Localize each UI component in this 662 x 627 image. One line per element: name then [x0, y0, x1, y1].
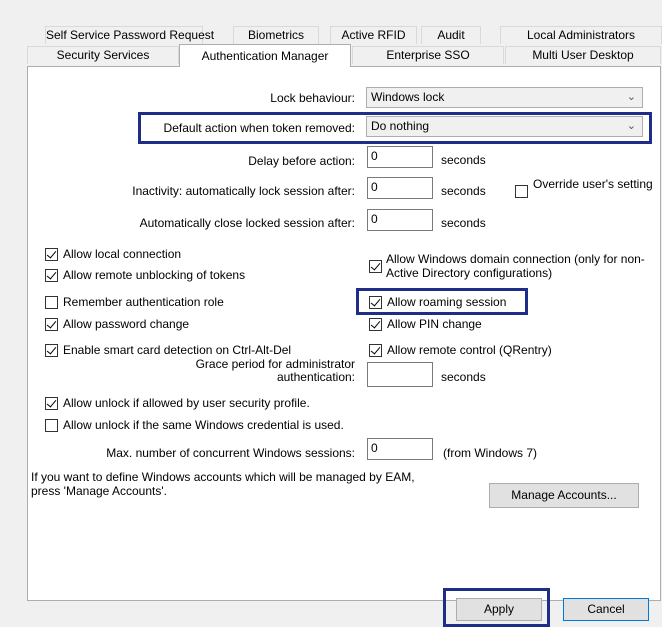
- grace-period-unit: seconds: [441, 370, 486, 384]
- pin-change-label: Allow PIN change: [387, 317, 482, 331]
- default-action-dropdown[interactable]: Do nothing ⌄: [366, 116, 643, 137]
- allow-unlock-same-label: Allow unlock if the same Windows credent…: [63, 418, 344, 432]
- cancel-button[interactable]: Cancel: [563, 598, 649, 621]
- remember-role-checkbox[interactable]: [45, 296, 58, 309]
- pin-change-checkbox[interactable]: [369, 318, 382, 331]
- auto-close-unit: seconds: [441, 216, 486, 230]
- override-checkbox[interactable]: [515, 185, 528, 198]
- delay-input[interactable]: 0: [367, 146, 433, 168]
- max-sessions-note: (from Windows 7): [443, 446, 538, 460]
- allow-remote-unblock-label: Allow remote unblocking of tokens: [63, 268, 246, 282]
- remote-control-label: Allow remote control (QRentry): [387, 343, 552, 357]
- roaming-checkbox[interactable]: [369, 296, 382, 309]
- lock-behaviour-value: Windows lock: [371, 90, 445, 104]
- default-action-value: Do nothing: [371, 119, 430, 133]
- override-label: Override user's setting: [533, 177, 653, 191]
- grace-period-input[interactable]: [367, 362, 433, 387]
- allow-remote-unblock-checkbox[interactable]: [45, 269, 58, 282]
- manage-accounts-button[interactable]: Manage Accounts...: [489, 483, 639, 508]
- inactivity-unit: seconds: [441, 184, 486, 198]
- allow-unlock-same-checkbox[interactable]: [45, 419, 58, 432]
- roaming-label: Allow roaming session: [387, 295, 507, 309]
- max-sessions-label: Max. number of concurrent Windows sessio…: [106, 446, 355, 460]
- lock-behaviour-label: Lock behaviour:: [270, 91, 355, 105]
- chevron-down-icon: ⌄: [626, 120, 636, 132]
- allow-unlock-profile-label: Allow unlock if allowed by user security…: [63, 396, 310, 410]
- delay-label: Delay before action:: [248, 154, 355, 168]
- chevron-down-icon: ⌄: [626, 91, 636, 103]
- remember-role-label: Remember authentication role: [63, 295, 224, 309]
- grace-period-label: Grace period for administrator authentic…: [195, 357, 355, 384]
- auto-close-input[interactable]: 0: [367, 209, 433, 231]
- allow-password-change-label: Allow password change: [63, 317, 190, 331]
- inactivity-input[interactable]: 0: [367, 177, 433, 199]
- apply-button[interactable]: Apply: [456, 598, 542, 621]
- lock-behaviour-dropdown[interactable]: Windows lock ⌄: [366, 87, 643, 108]
- max-sessions-input[interactable]: 0: [367, 438, 433, 460]
- smart-card-label: Enable smart card detection on Ctrl-Alt-…: [63, 343, 292, 357]
- delay-unit: seconds: [441, 153, 486, 167]
- allow-unlock-profile-checkbox[interactable]: [45, 397, 58, 410]
- domain-connection-checkbox[interactable]: [369, 260, 382, 273]
- inactivity-label: Inactivity: automatically lock session a…: [132, 184, 355, 198]
- manage-accounts-info: If you want to define Windows accounts w…: [31, 470, 415, 498]
- allow-password-change-checkbox[interactable]: [45, 318, 58, 331]
- auto-close-label: Automatically close locked session after…: [139, 216, 355, 230]
- remote-control-checkbox[interactable]: [369, 344, 382, 357]
- default-action-label: Default action when token removed:: [163, 121, 355, 135]
- allow-local-label: Allow local connection: [63, 247, 182, 261]
- allow-local-checkbox[interactable]: [45, 248, 58, 261]
- smart-card-checkbox[interactable]: [45, 344, 58, 357]
- domain-connection-label: Allow Windows domain connection (only fo…: [386, 252, 645, 280]
